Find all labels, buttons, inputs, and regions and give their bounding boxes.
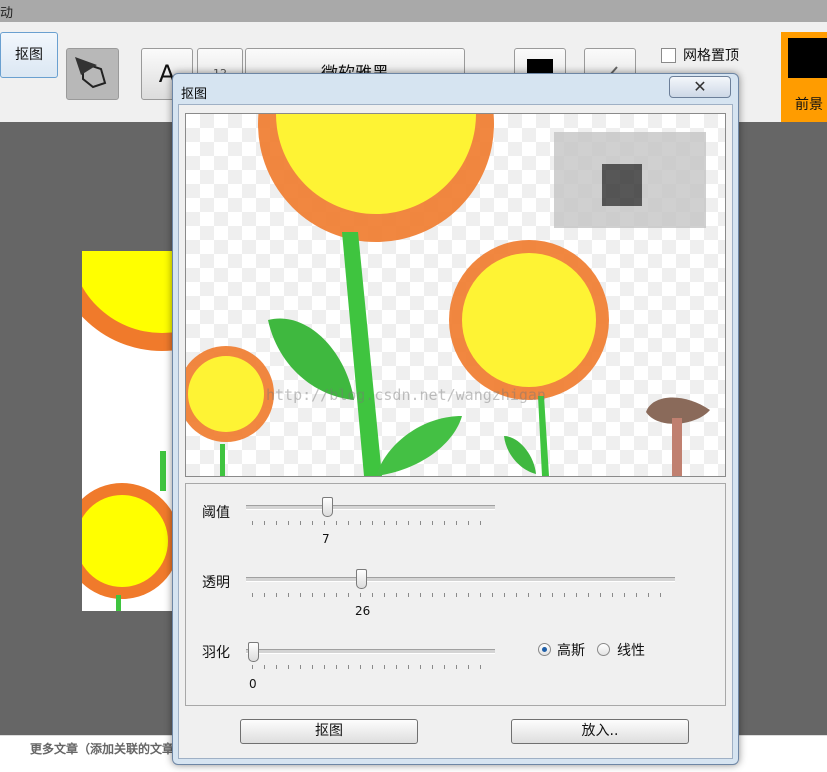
- transparency-label: 透明: [202, 575, 230, 591]
- threshold-ticks: [252, 521, 492, 525]
- foreground-button[interactable]: 前景: [781, 32, 827, 122]
- canvas-image: [82, 251, 182, 611]
- grid-top-label: 网格置顶: [683, 48, 739, 64]
- transparency-value: 26: [355, 604, 371, 618]
- polygon-tool-button[interactable]: [66, 48, 119, 100]
- feather-slider[interactable]: [248, 642, 259, 662]
- transparency-slider[interactable]: [356, 569, 367, 589]
- feather-value: 0: [249, 677, 257, 691]
- feather-ticks: [252, 665, 492, 669]
- transparency-track[interactable]: [246, 577, 675, 582]
- feather-label: 羽化: [202, 645, 230, 661]
- linear-label: 线性: [617, 643, 645, 659]
- app-title: 动: [0, 6, 14, 21]
- preview-image: [186, 114, 710, 476]
- threshold-label: 阈值: [202, 505, 230, 521]
- gaussian-radio[interactable]: [538, 643, 551, 656]
- matting-dialog: 抠图 ✕ http://blog.csdn.net/wangzhigan 阈值 …: [172, 73, 739, 765]
- app-title-bar: 动: [0, 0, 827, 22]
- foreground-color-swatch: [788, 38, 827, 78]
- close-icon: ✕: [693, 77, 707, 96]
- polygon-icon: [75, 57, 107, 89]
- transparency-ticks: [252, 593, 672, 597]
- matting-controls: 阈值 7 透明 26 羽化 0 高斯 线性: [185, 483, 726, 706]
- threshold-track[interactable]: [246, 505, 495, 510]
- place-in-button[interactable]: 放入..: [511, 719, 689, 744]
- linear-radio[interactable]: [597, 643, 610, 656]
- grid-top-checkbox[interactable]: [661, 48, 676, 63]
- gaussian-label: 高斯: [557, 643, 585, 659]
- dialog-client: http://blog.csdn.net/wangzhigan 阈值 7 透明 …: [178, 104, 733, 759]
- dialog-close-button[interactable]: ✕: [669, 76, 731, 98]
- dialog-title: 抠图: [181, 87, 208, 102]
- feather-track[interactable]: [246, 649, 495, 654]
- matting-tool-button[interactable]: 抠图: [0, 32, 58, 78]
- threshold-value: 7: [322, 532, 330, 546]
- matting-button-label: 抠图: [315, 723, 343, 739]
- preview-watermark: http://blog.csdn.net/wangzhigan: [266, 386, 546, 404]
- threshold-slider[interactable]: [322, 497, 333, 517]
- matting-tool-label: 抠图: [15, 47, 43, 63]
- matting-preview[interactable]: http://blog.csdn.net/wangzhigan: [185, 113, 726, 477]
- matting-button[interactable]: 抠图: [240, 719, 418, 744]
- foreground-label: 前景: [795, 97, 823, 113]
- footer-text: 更多文章（添加关联的文章: [30, 742, 175, 756]
- place-in-button-label: 放入..: [581, 723, 619, 739]
